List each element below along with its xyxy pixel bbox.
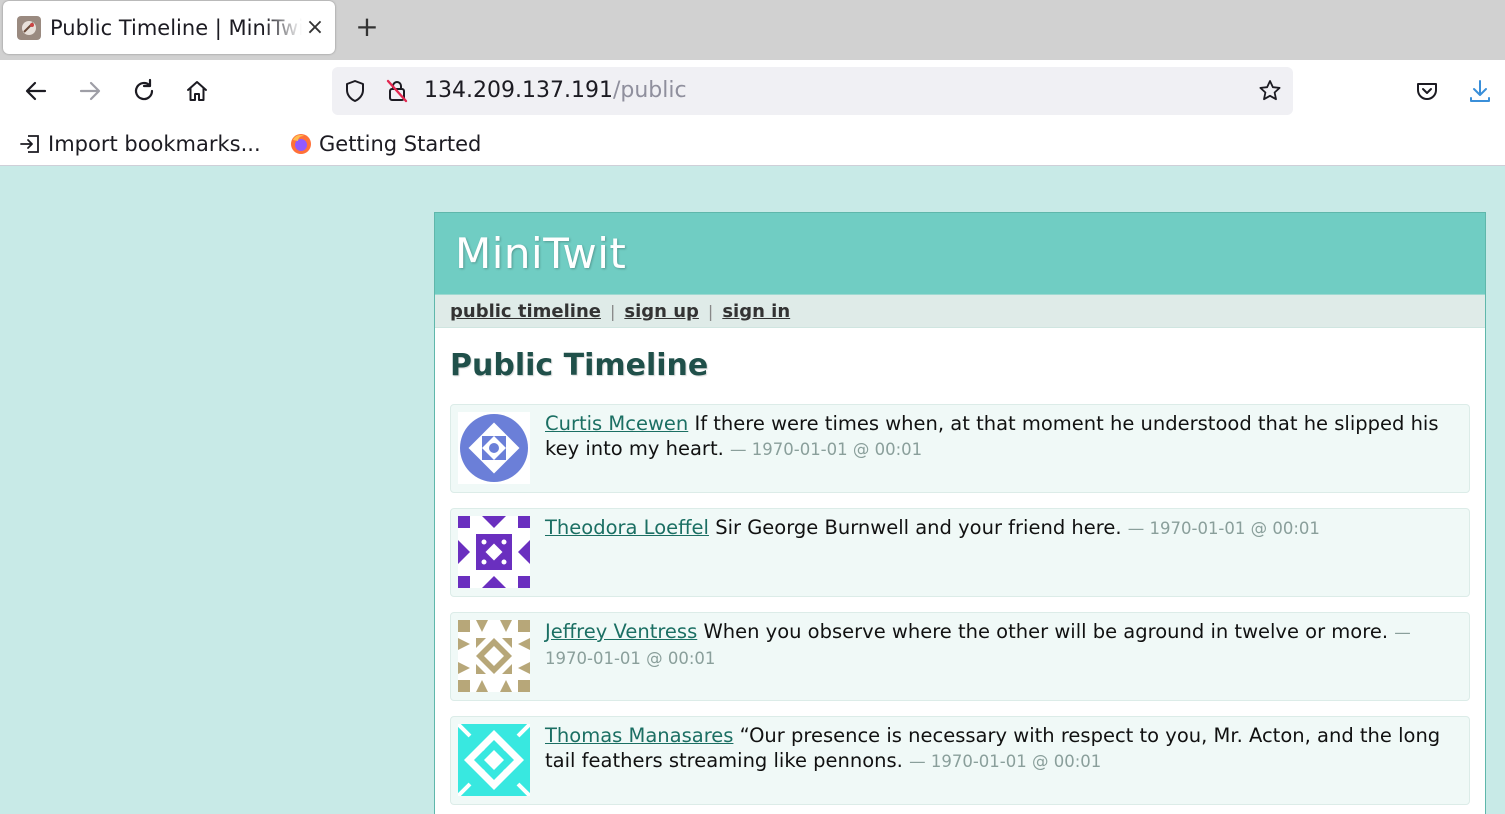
avatar[interactable]	[458, 412, 530, 484]
message-text: Theodora Loeffel Sir George Burnwell and…	[545, 515, 1463, 541]
new-tab-button[interactable]: +	[352, 12, 382, 42]
nav-public-timeline[interactable]: public timeline	[450, 301, 601, 322]
page-title: Public Timeline	[450, 348, 709, 383]
site-header: MiniTwit	[435, 213, 1485, 294]
avatar[interactable]	[458, 516, 530, 588]
message-date: — 1970-01-01 @ 00:01	[1127, 519, 1320, 538]
message-body: When you observe where the other will be…	[703, 620, 1389, 643]
message-text: Jeffrey Ventress When you observe where …	[545, 619, 1463, 671]
bookmark-import[interactable]: Import bookmarks...	[18, 130, 261, 158]
message-item: Thomas Manasares “Our presence is necess…	[450, 716, 1470, 805]
page-body: Public Timeline Curtis Mcewen If there w…	[435, 346, 1485, 805]
insecure-lock-icon[interactable]	[384, 78, 410, 108]
bookmark-label: Getting Started	[319, 132, 482, 156]
home-button[interactable]	[180, 74, 214, 108]
site-navigation: public timeline | sign up | sign in	[435, 294, 1485, 328]
message-username-link[interactable]: Theodora Loeffel	[545, 516, 709, 539]
url-bar[interactable]: 134.209.137.191/public	[332, 67, 1293, 115]
downloads-button[interactable]	[1463, 74, 1497, 108]
arrow-right-icon	[79, 81, 101, 101]
message-date: — 1970-01-01 @ 00:01	[730, 440, 923, 459]
reload-button[interactable]	[127, 74, 161, 108]
message-username-link[interactable]: Curtis Mcewen	[545, 412, 688, 435]
url-host: 134.209.137.191	[424, 78, 613, 103]
message-text: Thomas Manasares “Our presence is necess…	[545, 723, 1463, 774]
avatar[interactable]	[458, 620, 530, 692]
reload-icon	[134, 78, 154, 101]
forward-button[interactable]	[73, 74, 107, 108]
page-container: MiniTwit public timeline | sign up | sig…	[434, 212, 1486, 814]
tab-close-icon[interactable]: ×	[301, 14, 329, 42]
url-path: /public	[612, 78, 687, 103]
nav-sign-in[interactable]: sign in	[722, 301, 790, 322]
site-favicon-icon	[17, 16, 41, 40]
bookmark-star-icon[interactable]	[1257, 78, 1283, 108]
tab-bar: Public Timeline | MiniTwit × +	[0, 0, 1505, 60]
bookmarks-toolbar: Import bookmarks... Getting Started	[0, 122, 1505, 166]
message-item: Jeffrey Ventress When you observe where …	[450, 612, 1470, 701]
bookmark-getting-started[interactable]: Getting Started	[289, 130, 481, 158]
pocket-button[interactable]	[1410, 74, 1444, 108]
browser-tab[interactable]: Public Timeline | MiniTwit ×	[3, 1, 335, 54]
message-date: — 1970-01-01 @ 00:01	[909, 752, 1102, 771]
message-username-link[interactable]: Thomas Manasares	[545, 724, 733, 747]
message-username-link[interactable]: Jeffrey Ventress	[545, 620, 697, 643]
download-icon	[1470, 80, 1490, 102]
message-item: Theodora Loeffel Sir George Burnwell and…	[450, 508, 1470, 597]
nav-separator: |	[609, 301, 616, 321]
navigation-toolbar: 134.209.137.191/public	[0, 60, 1505, 122]
firefox-icon	[289, 132, 313, 156]
back-button[interactable]	[19, 74, 53, 108]
url-text[interactable]: 134.209.137.191/public	[424, 77, 687, 105]
shield-icon[interactable]	[342, 78, 368, 108]
import-icon	[18, 132, 42, 156]
pocket-icon	[1417, 83, 1437, 100]
message-list: Curtis Mcewen If there were times when, …	[450, 404, 1470, 805]
nav-separator: |	[707, 301, 714, 321]
nav-sign-up[interactable]: sign up	[624, 301, 699, 322]
message-body: Sir George Burnwell and your friend here…	[715, 516, 1122, 539]
tab-title: Public Timeline | MiniTwit	[50, 16, 302, 40]
arrow-left-icon	[25, 81, 47, 101]
avatar[interactable]	[458, 724, 530, 796]
site-logo: MiniTwit	[455, 229, 627, 278]
message-item: Curtis Mcewen If there were times when, …	[450, 404, 1470, 493]
message-text: Curtis Mcewen If there were times when, …	[545, 411, 1463, 462]
home-icon	[187, 81, 207, 101]
bookmark-label: Import bookmarks...	[48, 132, 261, 156]
